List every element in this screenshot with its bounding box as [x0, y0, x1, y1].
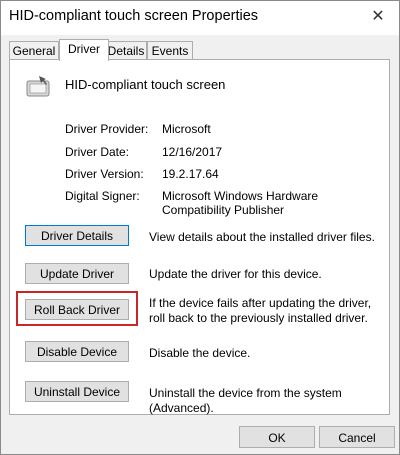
driver-tab-panel: HID-compliant touch screen Driver Provid…	[9, 59, 390, 415]
properties-dialog: HID-compliant touch screen Properties ✕ …	[0, 0, 400, 455]
cancel-button[interactable]: Cancel	[319, 426, 395, 448]
driver-details-button[interactable]: Driver Details	[25, 225, 129, 246]
driver-date-value: 12/16/2017	[162, 145, 223, 159]
digital-signer-label: Digital Signer:	[65, 189, 140, 203]
tab-general[interactable]: General	[9, 41, 59, 60]
title-bar[interactable]: HID-compliant touch screen Properties ✕	[1, 1, 399, 35]
ok-button[interactable]: OK	[239, 426, 315, 448]
driver-version-label: Driver Version:	[65, 167, 144, 181]
uninstall-device-description: Uninstall the device from the system (Ad…	[149, 386, 342, 415]
touch-screen-device-icon	[26, 76, 50, 97]
roll-back-driver-button[interactable]: Roll Back Driver	[25, 299, 129, 320]
tab-details[interactable]: Details	[105, 41, 147, 60]
uninstall-device-button[interactable]: Uninstall Device	[25, 381, 129, 402]
driver-provider-label: Driver Provider:	[65, 122, 149, 136]
tab-driver[interactable]: Driver	[59, 39, 109, 61]
device-name: HID-compliant touch screen	[65, 77, 226, 92]
window-title: HID-compliant touch screen Properties	[9, 8, 259, 24]
close-icon[interactable]: ✕	[364, 4, 392, 30]
digital-signer-value: Microsoft Windows Hardware Compatibility…	[162, 189, 319, 217]
driver-version-value: 19.2.17.64	[162, 167, 219, 181]
driver-details-description: View details about the installed driver …	[149, 230, 375, 244]
driver-provider-value: Microsoft	[162, 122, 211, 136]
disable-device-button[interactable]: Disable Device	[25, 341, 129, 362]
tab-events[interactable]: Events	[147, 41, 193, 60]
update-driver-description: Update the driver for this device.	[149, 267, 322, 281]
driver-date-label: Driver Date:	[65, 145, 130, 159]
disable-device-description: Disable the device.	[149, 346, 251, 360]
roll-back-driver-description: If the device fails after updating the d…	[149, 296, 372, 325]
tab-strip: General Driver Details Events	[9, 39, 391, 61]
update-driver-button[interactable]: Update Driver	[25, 263, 129, 284]
